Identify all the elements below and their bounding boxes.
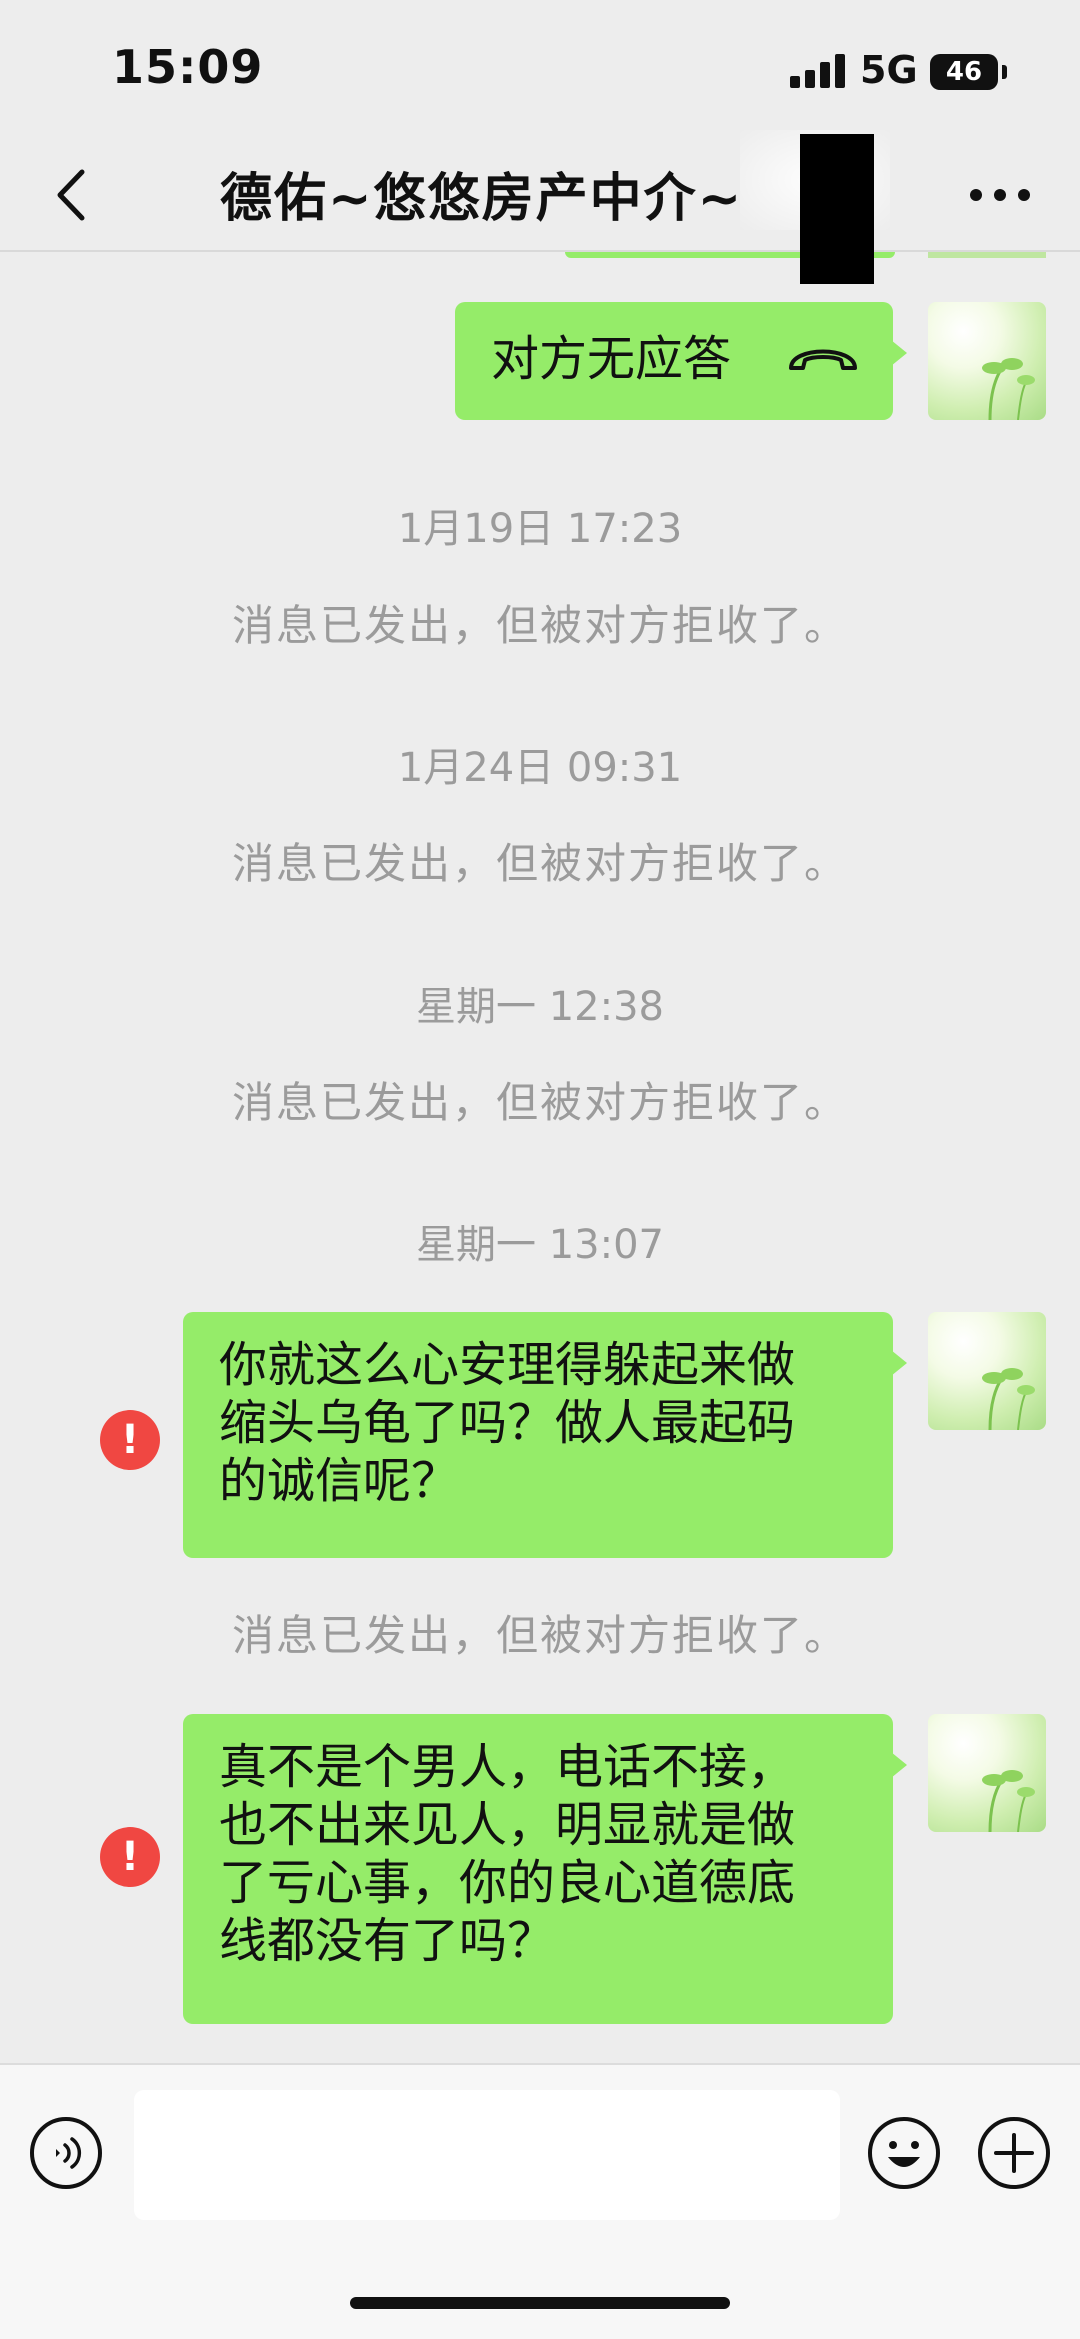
message-bubble[interactable]: 你就这么心安理得躲起来做 缩头乌龟了吗？做人最起码 的诚信呢？	[183, 1312, 907, 1558]
error-icon[interactable]: !	[100, 1410, 160, 1470]
call-status-text: 对方无应答	[491, 331, 732, 387]
message-bubble[interactable]: 真不是个男人，电话不接， 也不出来见人，明显就是做 了亏心事，你的良心道德底 线…	[183, 1714, 907, 2024]
input-bar	[0, 2063, 1080, 2339]
more-icon[interactable]	[960, 170, 1040, 220]
emoji-icon[interactable]	[866, 2115, 942, 2191]
network-type: 5G	[860, 48, 918, 92]
battery-icon: 46	[930, 54, 998, 90]
system-message: 消息已发出，但被对方拒收了。	[231, 601, 848, 650]
system-message: 消息已发出，但被对方拒收了。	[231, 1078, 848, 1127]
battery-tip	[1002, 65, 1007, 79]
nav-bar: 德佑~悠悠房产中介~	[0, 130, 1080, 284]
timestamp: 星期一 12:38	[416, 984, 664, 1030]
message-text: 真不是个男人，电话不接， 也不出来见人，明显就是做 了亏心事，你的良心道德底 线…	[219, 1739, 796, 1969]
status-bar: 15:09 5G 46	[0, 0, 1080, 140]
back-icon[interactable]	[40, 160, 110, 230]
signal-icon	[790, 54, 848, 88]
home-indicator[interactable]	[350, 2297, 730, 2309]
timestamp: 星期一 13:07	[416, 1222, 664, 1268]
message-list[interactable]: 对方无应答 1月19日 17:23 消息已发出，但被对方拒收了。 1月24日 0…	[0, 252, 1080, 2062]
redaction-block	[800, 134, 874, 284]
avatar[interactable]	[928, 1714, 1046, 1832]
error-icon[interactable]: !	[100, 1827, 160, 1887]
avatar[interactable]	[928, 1312, 1046, 1430]
avatar[interactable]	[928, 302, 1046, 420]
call-record-bubble[interactable]: 对方无应答	[455, 302, 907, 420]
status-time: 15:09	[112, 40, 264, 94]
message-input[interactable]	[134, 2090, 840, 2220]
message-text: 你就这么心安理得躲起来做 缩头乌龟了吗？做人最起码 的诚信呢？	[219, 1337, 796, 1509]
chat-title: 德佑~悠悠房产中介~	[220, 169, 744, 229]
voice-icon[interactable]	[28, 2115, 104, 2191]
previous-avatar-edge	[928, 252, 1046, 258]
timestamp: 1月19日 17:23	[397, 506, 683, 552]
system-message: 消息已发出，但被对方拒收了。	[231, 1611, 848, 1660]
system-message: 消息已发出，但被对方拒收了。	[231, 839, 848, 888]
hangup-icon	[789, 349, 857, 370]
plus-icon[interactable]	[976, 2115, 1052, 2191]
timestamp: 1月24日 09:31	[397, 745, 683, 791]
